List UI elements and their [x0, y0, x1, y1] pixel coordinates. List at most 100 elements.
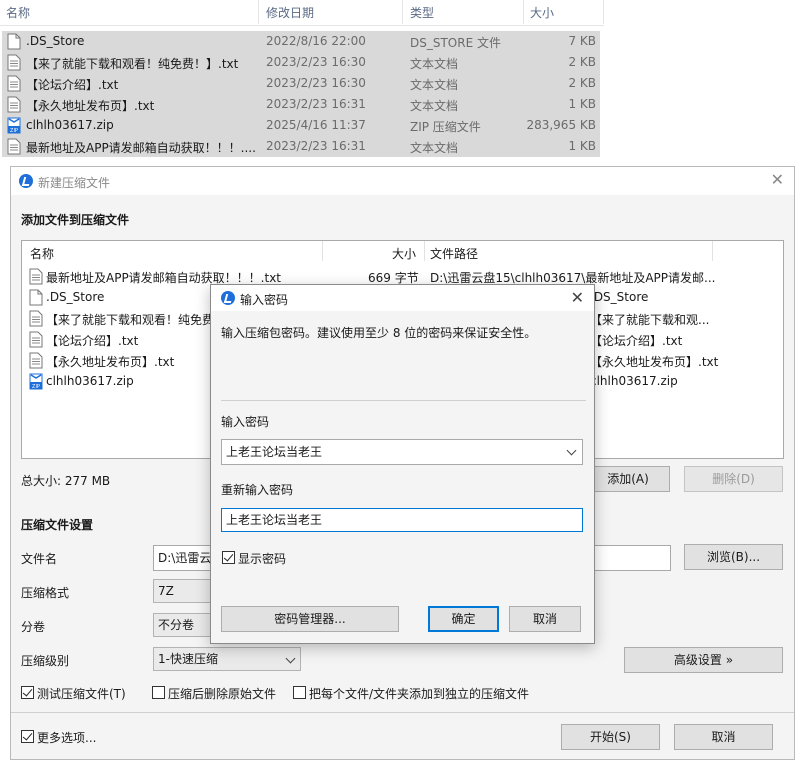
more-options-label[interactable]: 更多选项... [37, 729, 96, 746]
column-name-header[interactable]: 名称 [30, 245, 54, 262]
file-type: DS_STORE 文件 [410, 36, 501, 50]
app-logo-icon [19, 174, 33, 188]
add-button[interactable]: 添加(A) [586, 466, 670, 492]
column-separator[interactable] [523, 0, 524, 24]
column-separator[interactable] [402, 0, 403, 24]
password-titlebar[interactable]: 输入密码 ✕ [211, 285, 594, 311]
test-archive-label[interactable]: 测试压缩文件(T) [37, 685, 126, 702]
column-separator[interactable] [603, 0, 604, 24]
advanced-settings-button[interactable]: 高级设置 » [624, 647, 783, 673]
dialog-cancel-button[interactable]: 取消 [509, 606, 581, 632]
file-type: 文本文档 [410, 57, 459, 71]
file-date: 2023/2/23 16:31 [266, 97, 366, 111]
zip-file-icon: ZIP [7, 117, 21, 134]
password-dialog: 输入密码 ✕ 输入压缩包密码。建议使用至少 8 位的密码来保证安全性。 输入密码… [210, 284, 595, 644]
password-manager-button[interactable]: 密码管理器... [221, 606, 399, 632]
file-name: 【论坛介绍】.txt [26, 78, 119, 92]
text-file-icon [7, 138, 21, 155]
start-button[interactable]: 开始(S) [561, 724, 660, 750]
show-password-checkbox[interactable] [222, 551, 235, 564]
column-separator[interactable] [258, 0, 259, 24]
explorer-row[interactable]: 【论坛介绍】.txt 2023/2/23 16:30 文本文档 2 KB [2, 73, 600, 94]
total-size-label: 总大小: 277 MB [21, 474, 111, 488]
app-logo-icon [221, 291, 235, 305]
file-type: 文本文档 [410, 78, 459, 92]
password-value: 上老王论坛当老王 [226, 445, 323, 459]
file-name: 【来了就能下载和观看！纯免费！】.txt [26, 57, 239, 71]
column-date-header[interactable]: 修改日期 [266, 4, 314, 21]
add-files-section-title: 添加文件到压缩文件 [21, 213, 130, 227]
explorer-column-header: 名称 修改日期 类型 大小 [0, 0, 604, 26]
explorer-row[interactable]: .DS_Store 2022/8/16 22:00 DS_STORE 文件 7 … [2, 31, 600, 52]
password-input[interactable]: 上老王论坛当老王 [221, 439, 583, 465]
file-size: 283,965 KB [526, 118, 596, 132]
svg-text:ZIP: ZIP [32, 384, 40, 390]
test-archive-checkbox[interactable] [21, 686, 34, 699]
column-name-header[interactable]: 名称 [6, 4, 30, 21]
level-select[interactable]: 1-快速压缩 [153, 647, 301, 671]
archive-titlebar[interactable]: 新建压缩文件 ✕ [11, 167, 794, 195]
show-password-label[interactable]: 显示密码 [238, 550, 286, 567]
password-label: 输入密码 [221, 415, 270, 429]
chevron-down-icon[interactable] [566, 445, 577, 456]
file-date: 2022/8/16 22:00 [266, 34, 366, 48]
column-separator[interactable] [712, 241, 713, 261]
settings-section-title: 压缩文件设置 [21, 518, 94, 532]
delete-after-label[interactable]: 压缩后删除原始文件 [168, 685, 276, 702]
file-type: 文本文档 [410, 99, 459, 113]
file-icon [29, 289, 43, 306]
column-separator[interactable] [322, 241, 323, 261]
file-path: 【论坛介绍】.txt [590, 334, 683, 348]
browse-button[interactable]: 浏览(B)... [684, 544, 783, 570]
file-name: clhlh03617.zip [26, 118, 114, 132]
separate-archives-checkbox[interactable] [293, 686, 306, 699]
text-file-icon [7, 75, 21, 92]
reenter-password-label: 重新输入密码 [221, 483, 294, 497]
divider [221, 400, 586, 401]
cancel-button[interactable]: 取消 [674, 724, 773, 750]
column-path-header[interactable]: 文件路径 [430, 245, 478, 262]
file-size: 7 KB [568, 34, 596, 48]
volume-value: 不分卷 [158, 618, 195, 632]
column-size-header[interactable]: 大小 [392, 245, 416, 262]
more-options-checkbox[interactable] [21, 730, 34, 743]
sort-indicator-icon: ⌃ [124, 0, 134, 7]
text-file-icon [7, 54, 21, 71]
column-type-header[interactable]: 类型 [410, 4, 434, 21]
format-value: 7Z [158, 584, 174, 598]
reenter-password-input[interactable]: 上老王论坛当老王 [221, 508, 583, 532]
file-path: .DS_Store [590, 290, 649, 304]
file-size: 1 KB [568, 97, 596, 111]
file-size: 2 KB [568, 55, 596, 69]
zip-file-icon: ZIP [29, 373, 43, 390]
explorer-row[interactable]: 【来了就能下载和观看！纯免费！】.txt 2023/2/23 16:30 文本文… [2, 52, 600, 73]
ok-button[interactable]: 确定 [428, 606, 499, 632]
file-name: .DS_Store [26, 34, 85, 48]
level-value: 1-快速压缩 [158, 652, 218, 666]
window-title: 新建压缩文件 [38, 176, 111, 190]
file-name: 【永久地址发布页】.txt [26, 99, 155, 113]
explorer-row[interactable]: 【永久地址发布页】.txt 2023/2/23 16:31 文本文档 1 KB [2, 94, 600, 115]
close-icon[interactable]: ✕ [771, 170, 784, 189]
chevron-down-icon [285, 653, 296, 664]
file-type: ZIP 压缩文件 [410, 120, 481, 134]
column-separator[interactable] [424, 241, 425, 261]
delete-button[interactable]: 删除(D) [684, 466, 783, 492]
format-label: 压缩格式 [21, 586, 70, 600]
file-date: 2023/2/23 16:30 [266, 55, 366, 69]
file-name: 【论坛介绍】.txt [46, 334, 139, 348]
column-size-header[interactable]: 大小 [530, 4, 554, 21]
file-size: 2 KB [568, 76, 596, 90]
dialog-title: 输入密码 [240, 293, 289, 307]
text-file-icon [29, 331, 43, 348]
separate-archives-label[interactable]: 把每个文件/文件夹添加到独立的压缩文件 [309, 685, 529, 702]
close-icon[interactable]: ✕ [571, 288, 584, 307]
file-date: 2025/4/16 11:37 [266, 118, 366, 132]
explorer-row[interactable]: ZIP clhlh03617.zip 2025/4/16 11:37 ZIP 压… [2, 115, 600, 136]
explorer-row[interactable]: 最新地址及APP请发邮箱自动获取！！！.... 2023/2/23 16:31 … [2, 136, 600, 157]
file-name: 【永久地址发布页】.txt [46, 355, 175, 369]
text-file-icon [29, 268, 43, 285]
delete-after-checkbox[interactable] [152, 686, 165, 699]
filename-label: 文件名 [21, 552, 58, 566]
volume-label: 分卷 [21, 620, 46, 634]
